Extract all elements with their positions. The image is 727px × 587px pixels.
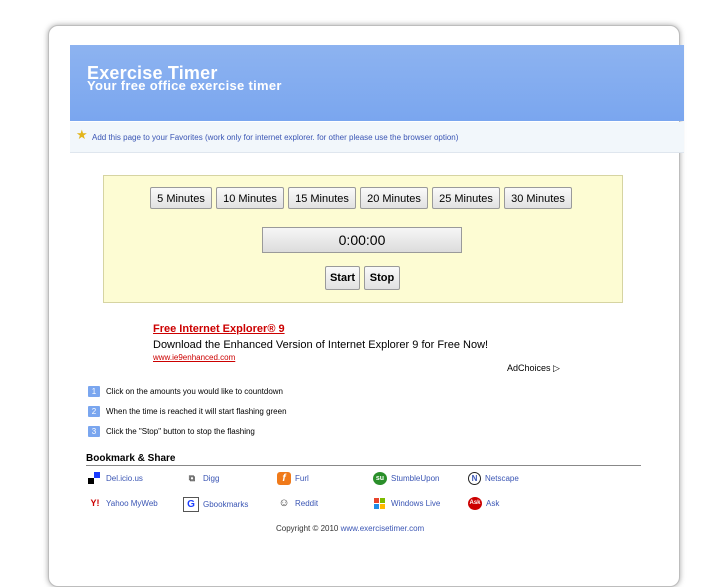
bookmark-label: Yahoo MyWeb [106, 499, 158, 508]
bookmark-label: Digg [203, 474, 220, 483]
bookmark-yahoo-myweb[interactable]: Y! Yahoo MyWeb [88, 497, 158, 510]
preset-10-minutes-button[interactable]: 10 Minutes [216, 187, 284, 209]
bookmark-stumbleupon[interactable]: su StumbleUpon [373, 472, 439, 485]
bookmark-label: Del.icio.us [106, 474, 143, 483]
preset-25-minutes-button[interactable]: 25 Minutes [432, 187, 500, 209]
site-header: Exercise Timer Your free office exercise… [70, 45, 684, 121]
bookmark-label: Gbookmarks [203, 500, 249, 509]
windows-live-icon [373, 497, 387, 510]
bookmark-label: Ask [486, 499, 500, 508]
step-number-badge: 2 [88, 405, 100, 417]
favorites-bar: ★ Add this page to your Favorites (work … [70, 122, 684, 153]
preset-20-minutes-button[interactable]: 20 Minutes [360, 187, 428, 209]
add-favorites-link[interactable]: Add this page to your Favorites (work on… [92, 133, 458, 142]
footer-site-link[interactable]: www.exercisetimer.com [341, 524, 425, 533]
bookmark-furl[interactable]: f Furl [277, 472, 309, 485]
bookmark-ask[interactable]: Ask Ask [468, 497, 499, 510]
bookmark-label: Reddit [295, 499, 319, 508]
ad-body: Download the Enhanced Version of Interne… [153, 339, 489, 351]
bookmark-delicious[interactable]: Del.icio.us [88, 472, 143, 485]
ask-icon: Ask [468, 497, 482, 510]
ad-block: Free Internet Explorer® 9 Download the E… [153, 323, 488, 362]
adchoices-link[interactable]: AdChoices ▷ [507, 363, 560, 374]
yahoo-icon: Y! [90, 498, 100, 508]
copyright-text: Copyright © 2010 [276, 524, 339, 533]
list-item: 3 Click the "Stop" button to stop the fl… [88, 421, 287, 441]
step-text: Click on the amounts you would like to c… [106, 386, 283, 396]
bookmark-label: Netscape [485, 474, 519, 483]
delicious-icon [88, 472, 102, 485]
ad-title-link[interactable]: Free Internet Explorer® 9 [153, 323, 488, 335]
bookmark-digg[interactable]: ⧉ Digg [185, 472, 220, 485]
step-number-badge: 1 [88, 385, 100, 397]
preset-5-minutes-button[interactable]: 5 Minutes [150, 187, 212, 209]
bookmark-label: StumbleUpon [391, 474, 440, 483]
instructions-list: 1 Click on the amounts you would like to… [88, 381, 287, 441]
step-text: Click the "Stop" button to stop the flas… [106, 426, 255, 436]
start-button[interactable]: Start [325, 266, 360, 290]
footer: Copyright © 2010 www.exercisetimer.com [276, 524, 424, 533]
list-item: 1 Click on the amounts you would like to… [88, 381, 287, 401]
list-item: 2 When the time is reached it will start… [88, 401, 287, 421]
bookmark-share-heading: Bookmark & Share [86, 453, 176, 464]
bookmark-windows-live[interactable]: Windows Live [373, 497, 440, 510]
bookmark-divider [86, 465, 641, 466]
stumbleupon-icon: su [373, 472, 387, 485]
reddit-icon: ☺ [278, 497, 290, 509]
step-number-badge: 3 [88, 425, 100, 437]
bookmark-label: Furl [295, 474, 309, 483]
adchoices-triangle-icon: ▷ [553, 363, 560, 373]
google-icon: G [183, 497, 199, 512]
bookmark-netscape[interactable]: N Netscape [468, 472, 519, 485]
ad-url-link[interactable]: www.ie9enhanced.com [153, 353, 488, 362]
preset-30-minutes-button[interactable]: 30 Minutes [504, 187, 572, 209]
adchoices-label: AdChoices [507, 363, 551, 373]
stop-button[interactable]: Stop [364, 266, 400, 290]
digg-icon: ⧉ [188, 473, 196, 483]
furl-icon: f [277, 472, 291, 485]
bookmark-label: Windows Live [391, 499, 441, 508]
netscape-icon: N [468, 472, 481, 485]
site-subtitle: Your free office exercise timer [87, 78, 282, 93]
timer-display: 0:00:00 [262, 227, 462, 253]
bookmark-reddit[interactable]: ☺ Reddit [277, 497, 318, 510]
preset-15-minutes-button[interactable]: 15 Minutes [288, 187, 356, 209]
step-text: When the time is reached it will start f… [106, 406, 287, 416]
bookmark-gbookmarks[interactable]: G Gbookmarks [183, 497, 248, 512]
add-favorite-star-icon[interactable]: ★ [76, 127, 88, 143]
